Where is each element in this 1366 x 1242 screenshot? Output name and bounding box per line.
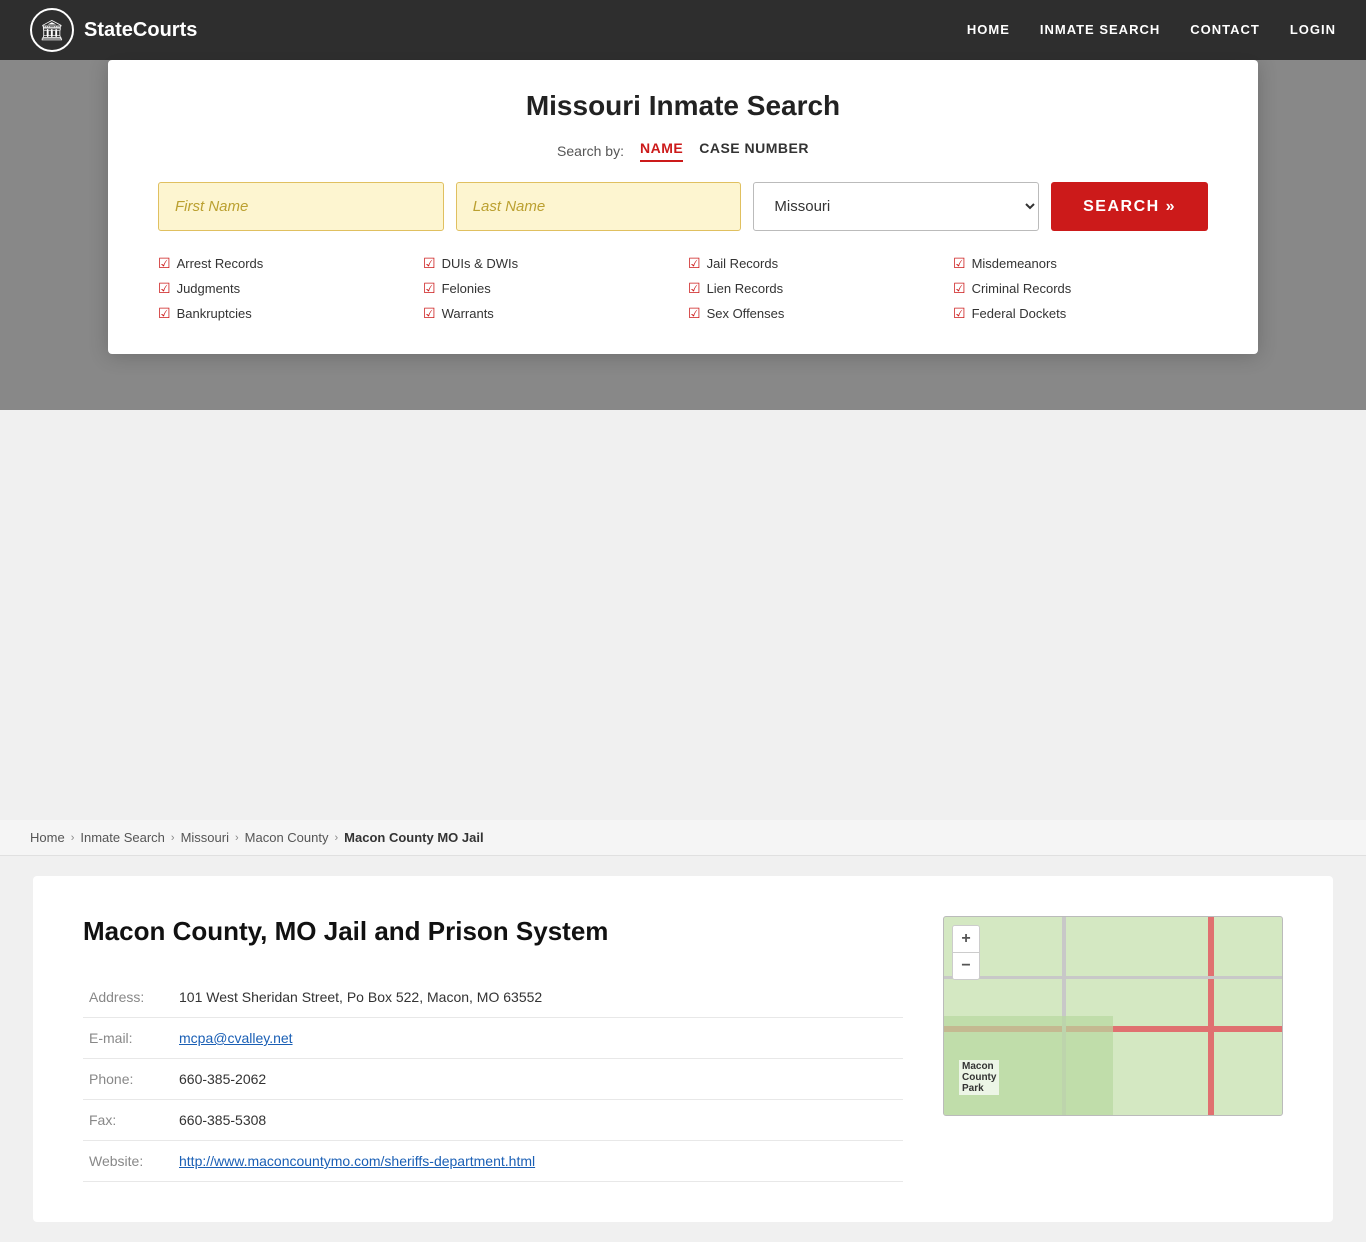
nav-login[interactable]: LOGIN <box>1290 22 1336 37</box>
breadcrumb-current: Macon County MO Jail <box>344 830 483 845</box>
chevron-icon: › <box>334 832 338 844</box>
map-section: MaconCountyPark + − <box>943 916 1283 1182</box>
first-name-input[interactable] <box>158 182 444 231</box>
search-title: Missouri Inmate Search <box>158 90 1208 122</box>
breadcrumb-macon-county[interactable]: Macon County <box>245 830 329 845</box>
feature-duis: ☑ DUIs & DWIs <box>423 253 678 274</box>
website-label: Website: <box>83 1141 173 1182</box>
chevron-icon: › <box>235 832 239 844</box>
feature-label: Warrants <box>442 306 494 321</box>
search-fields-row: Missouri Alabama Alaska Arizona Arkansas… <box>158 182 1208 231</box>
fax-value: 660-385-5308 <box>173 1100 903 1141</box>
map-container[interactable]: MaconCountyPark + − <box>943 916 1283 1116</box>
breadcrumb-inmate-search[interactable]: Inmate Search <box>80 830 165 845</box>
feature-arrest-records: ☑ Arrest Records <box>158 253 413 274</box>
table-row: E-mail: mcpa@cvalley.net <box>83 1018 903 1059</box>
search-by-label: Search by: <box>557 143 624 159</box>
map-label: MaconCountyPark <box>959 1060 999 1095</box>
check-icon: ☑ <box>688 255 701 272</box>
feature-warrants: ☑ Warrants <box>423 303 678 324</box>
feature-label: DUIs & DWIs <box>442 256 519 271</box>
feature-felonies: ☑ Felonies <box>423 278 678 299</box>
chevron-icon: › <box>71 832 75 844</box>
map-zoom-out[interactable]: − <box>953 953 979 979</box>
site-logo[interactable]: 🏛 StateCourts <box>30 8 197 52</box>
feature-federal-dockets: ☑ Federal Dockets <box>953 303 1208 324</box>
feature-criminal-records: ☑ Criminal Records <box>953 278 1208 299</box>
website-value: http://www.maconcountymo.com/sheriffs-de… <box>173 1141 903 1182</box>
check-icon: ☑ <box>158 305 171 322</box>
search-by-row: Search by: NAME CASE NUMBER <box>158 140 1208 162</box>
check-icon: ☑ <box>688 305 701 322</box>
nav-bar: 🏛 StateCourts HOME INMATE SEARCH CONTACT… <box>0 0 1366 60</box>
feature-label: Felonies <box>442 281 491 296</box>
email-label: E-mail: <box>83 1018 173 1059</box>
hero-section: COURTHOUSE 🏛 StateCourts HOME INMATE SEA… <box>0 0 1366 410</box>
breadcrumb-home[interactable]: Home <box>30 830 65 845</box>
check-icon: ☑ <box>953 280 966 297</box>
jail-info: Macon County, MO Jail and Prison System … <box>83 916 903 1182</box>
map-zoom-controls: + − <box>952 925 980 980</box>
tab-case-number[interactable]: CASE NUMBER <box>699 140 809 162</box>
features-grid: ☑ Arrest Records ☑ DUIs & DWIs ☑ Jail Re… <box>158 253 1208 324</box>
table-row: Phone: 660-385-2062 <box>83 1059 903 1100</box>
nav-links: HOME INMATE SEARCH CONTACT LOGIN <box>967 21 1336 39</box>
feature-jail-records: ☑ Jail Records <box>688 253 943 274</box>
nav-inmate-search[interactable]: INMATE SEARCH <box>1040 22 1160 37</box>
phone-label: Phone: <box>83 1059 173 1100</box>
check-icon: ☑ <box>158 280 171 297</box>
logo-icon: 🏛 <box>30 8 74 52</box>
address-label: Address: <box>83 977 173 1018</box>
state-select[interactable]: Missouri Alabama Alaska Arizona Arkansas… <box>753 182 1039 231</box>
check-icon: ☑ <box>158 255 171 272</box>
feature-label: Criminal Records <box>972 281 1072 296</box>
table-row: Address: 101 West Sheridan Street, Po Bo… <box>83 977 903 1018</box>
feature-lien-records: ☑ Lien Records <box>688 278 943 299</box>
main-content: Macon County, MO Jail and Prison System … <box>0 856 1366 1242</box>
tab-name[interactable]: NAME <box>640 140 683 162</box>
table-row: Website: http://www.maconcountymo.com/sh… <box>83 1141 903 1182</box>
info-table: Address: 101 West Sheridan Street, Po Bo… <box>83 977 903 1182</box>
feature-label: Federal Dockets <box>972 306 1067 321</box>
check-icon: ☑ <box>953 255 966 272</box>
search-button[interactable]: SEARCH » <box>1051 182 1208 231</box>
email-value: mcpa@cvalley.net <box>173 1018 903 1059</box>
content-card: Macon County, MO Jail and Prison System … <box>33 876 1333 1222</box>
feature-judgments: ☑ Judgments <box>158 278 413 299</box>
nav-home[interactable]: HOME <box>967 22 1010 37</box>
check-icon: ☑ <box>423 305 436 322</box>
chevron-icon: › <box>171 832 175 844</box>
fax-label: Fax: <box>83 1100 173 1141</box>
email-link[interactable]: mcpa@cvalley.net <box>179 1030 293 1046</box>
check-icon: ☑ <box>423 255 436 272</box>
last-name-input[interactable] <box>456 182 742 231</box>
feature-label: Misdemeanors <box>972 256 1057 271</box>
site-name: StateCourts <box>84 19 197 42</box>
check-icon: ☑ <box>953 305 966 322</box>
map-zoom-in[interactable]: + <box>953 926 979 952</box>
check-icon: ☑ <box>423 280 436 297</box>
table-row: Fax: 660-385-5308 <box>83 1100 903 1141</box>
feature-label: Arrest Records <box>177 256 264 271</box>
breadcrumb: Home › Inmate Search › Missouri › Macon … <box>0 820 1366 856</box>
breadcrumb-missouri[interactable]: Missouri <box>181 830 229 845</box>
search-card: Missouri Inmate Search Search by: NAME C… <box>108 60 1258 354</box>
feature-label: Lien Records <box>707 281 784 296</box>
feature-misdemeanors: ☑ Misdemeanors <box>953 253 1208 274</box>
website-link[interactable]: http://www.maconcountymo.com/sheriffs-de… <box>179 1153 535 1169</box>
feature-label: Judgments <box>177 281 241 296</box>
phone-value: 660-385-2062 <box>173 1059 903 1100</box>
feature-label: Bankruptcies <box>177 306 252 321</box>
feature-label: Sex Offenses <box>707 306 785 321</box>
feature-bankruptcies: ☑ Bankruptcies <box>158 303 413 324</box>
nav-contact[interactable]: CONTACT <box>1190 22 1260 37</box>
feature-sex-offenses: ☑ Sex Offenses <box>688 303 943 324</box>
check-icon: ☑ <box>688 280 701 297</box>
address-value: 101 West Sheridan Street, Po Box 522, Ma… <box>173 977 903 1018</box>
jail-title: Macon County, MO Jail and Prison System <box>83 916 903 947</box>
feature-label: Jail Records <box>707 256 779 271</box>
